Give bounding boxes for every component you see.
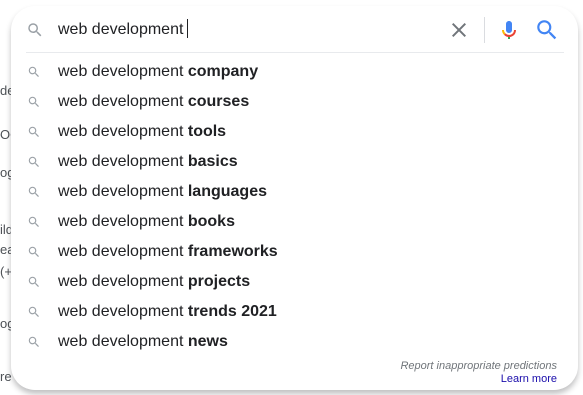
- search-query-text: web development: [58, 21, 184, 38]
- suggestion-item[interactable]: web development books: [11, 207, 578, 237]
- suggestion-prefix: web development: [58, 333, 188, 350]
- suggestion-item[interactable]: web development languages: [11, 177, 578, 207]
- suggestion-text: web development tools: [58, 122, 226, 142]
- suggestion-completion: courses: [187, 93, 250, 110]
- suggestion-item[interactable]: web development news: [11, 327, 578, 357]
- suggestion-completion: frameworks: [187, 243, 278, 260]
- suggestion-completion: tools: [187, 123, 227, 140]
- suggestion-item[interactable]: web development company: [11, 57, 578, 87]
- text-caret: [187, 19, 189, 38]
- suggestion-prefix: web development: [58, 213, 188, 230]
- search-icon: [28, 246, 39, 257]
- suggestion-item[interactable]: web development projects: [11, 267, 578, 297]
- search-icon: [28, 306, 39, 317]
- search-input[interactable]: web development: [58, 19, 189, 40]
- suggestion-completion: projects: [187, 273, 251, 290]
- suggestion-completion: trends 2021: [187, 303, 277, 320]
- suggestion-list: web development company web development …: [11, 57, 578, 357]
- search-bar-divider: [484, 17, 485, 43]
- suggestion-prefix: web development: [58, 243, 188, 260]
- close-icon[interactable]: [447, 18, 471, 42]
- suggestion-item[interactable]: web development trends 2021: [11, 297, 578, 327]
- search-bar: web development: [11, 6, 578, 52]
- suggestion-text: web development trends 2021: [58, 302, 277, 322]
- suggestion-text: web development languages: [58, 182, 267, 202]
- suggestion-prefix: web development: [58, 63, 188, 80]
- suggestion-prefix: web development: [58, 273, 188, 290]
- search-icon: [28, 96, 39, 107]
- search-autocomplete-dropdown: web development web development company …: [11, 6, 578, 390]
- search-icon: [28, 336, 39, 347]
- background-text: re: [0, 369, 12, 384]
- search-icon: [28, 186, 39, 197]
- suggestion-text: web development courses: [58, 92, 249, 112]
- search-icon: [28, 276, 39, 287]
- search-icon: [28, 126, 39, 137]
- search-icon: [28, 23, 42, 37]
- search-icon: [28, 216, 39, 227]
- learn-more-link[interactable]: Learn more: [501, 373, 557, 385]
- suggestion-item[interactable]: web development tools: [11, 117, 578, 147]
- suggestion-completion: languages: [187, 183, 267, 200]
- suggestion-completion: company: [187, 63, 259, 80]
- suggestion-item[interactable]: web development basics: [11, 147, 578, 177]
- suggestion-completion: news: [187, 333, 228, 350]
- suggestion-completion: basics: [187, 153, 238, 170]
- search-icon: [28, 66, 39, 77]
- report-predictions-link[interactable]: Report inappropriate predictions: [400, 360, 557, 372]
- suggestion-prefix: web development: [58, 123, 188, 140]
- suggestion-text: web development company: [58, 62, 258, 82]
- suggestion-completion: books: [187, 213, 235, 230]
- suggestion-text: web development frameworks: [58, 242, 278, 262]
- microphone-icon[interactable]: [497, 18, 521, 42]
- search-button-icon[interactable]: [534, 17, 560, 43]
- suggestion-prefix: web development: [58, 153, 188, 170]
- suggestion-text: web development books: [58, 212, 235, 232]
- suggestion-text: web development basics: [58, 152, 238, 172]
- suggestion-prefix: web development: [58, 303, 188, 320]
- suggestion-prefix: web development: [58, 183, 188, 200]
- suggestion-item[interactable]: web development frameworks: [11, 237, 578, 267]
- suggestion-item[interactable]: web development courses: [11, 87, 578, 117]
- suggestion-prefix: web development: [58, 93, 188, 110]
- suggestion-text: web development news: [58, 332, 228, 352]
- search-icon: [28, 156, 39, 167]
- search-bar-separator: [26, 52, 564, 53]
- suggestion-text: web development projects: [58, 272, 250, 292]
